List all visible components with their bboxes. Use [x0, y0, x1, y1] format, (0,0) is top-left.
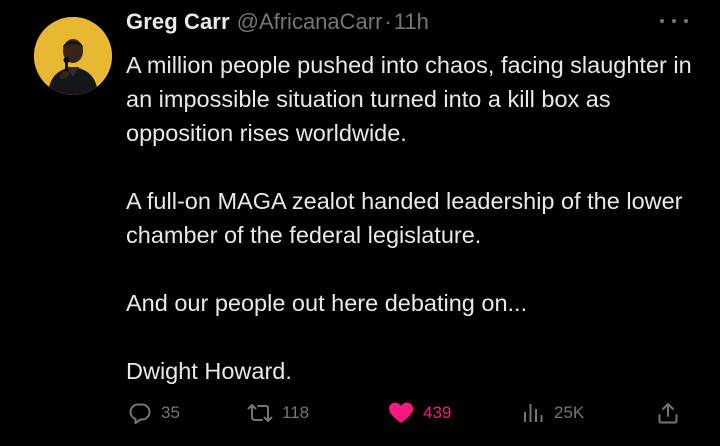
- reply-icon: [129, 403, 151, 424]
- views-button[interactable]: 25K: [521, 398, 584, 428]
- tweet-paragraph: And our people out here debating on...: [126, 290, 528, 316]
- more-dot: [660, 19, 664, 23]
- tweet-paragraph: A full-on MAGA zealot handed leadership …: [126, 188, 683, 248]
- action-bar: 35 118 439 25K: [128, 398, 688, 428]
- more-dot: [672, 19, 676, 23]
- heart-icon: [389, 402, 413, 423]
- like-count: 439: [423, 403, 452, 422]
- tweet-timestamp[interactable]: 11h: [394, 9, 429, 35]
- share-icon: [658, 403, 678, 424]
- reply-count: 35: [161, 403, 180, 422]
- views-count: 25K: [554, 403, 585, 422]
- tweet-paragraph: A million people pushed into chaos, faci…: [126, 52, 692, 146]
- tweet-card[interactable]: Greg Carr @AfricanaCarr · 11h A million …: [0, 0, 720, 446]
- tweet-paragraph: Dwight Howard.: [126, 358, 292, 384]
- more-icon[interactable]: [660, 14, 688, 28]
- retweet-count: 118: [282, 403, 310, 422]
- avatar-photo: [34, 17, 112, 95]
- tweet-text: A million people pushed into chaos, faci…: [126, 48, 706, 388]
- avatar[interactable]: [34, 17, 112, 95]
- author-display-name[interactable]: Greg Carr: [126, 9, 230, 35]
- more-dot: [684, 19, 688, 23]
- tweet-header: Greg Carr @AfricanaCarr · 11h: [126, 9, 429, 41]
- views-icon: [524, 404, 543, 422]
- retweet-button[interactable]: 118: [247, 398, 309, 428]
- header-separator: ·: [384, 9, 392, 34]
- retweet-icon: [247, 404, 273, 422]
- author-handle[interactable]: @AfricanaCarr: [237, 9, 383, 35]
- reply-button[interactable]: 35: [128, 398, 180, 428]
- share-button[interactable]: [656, 398, 680, 428]
- like-button[interactable]: 439: [388, 398, 451, 428]
